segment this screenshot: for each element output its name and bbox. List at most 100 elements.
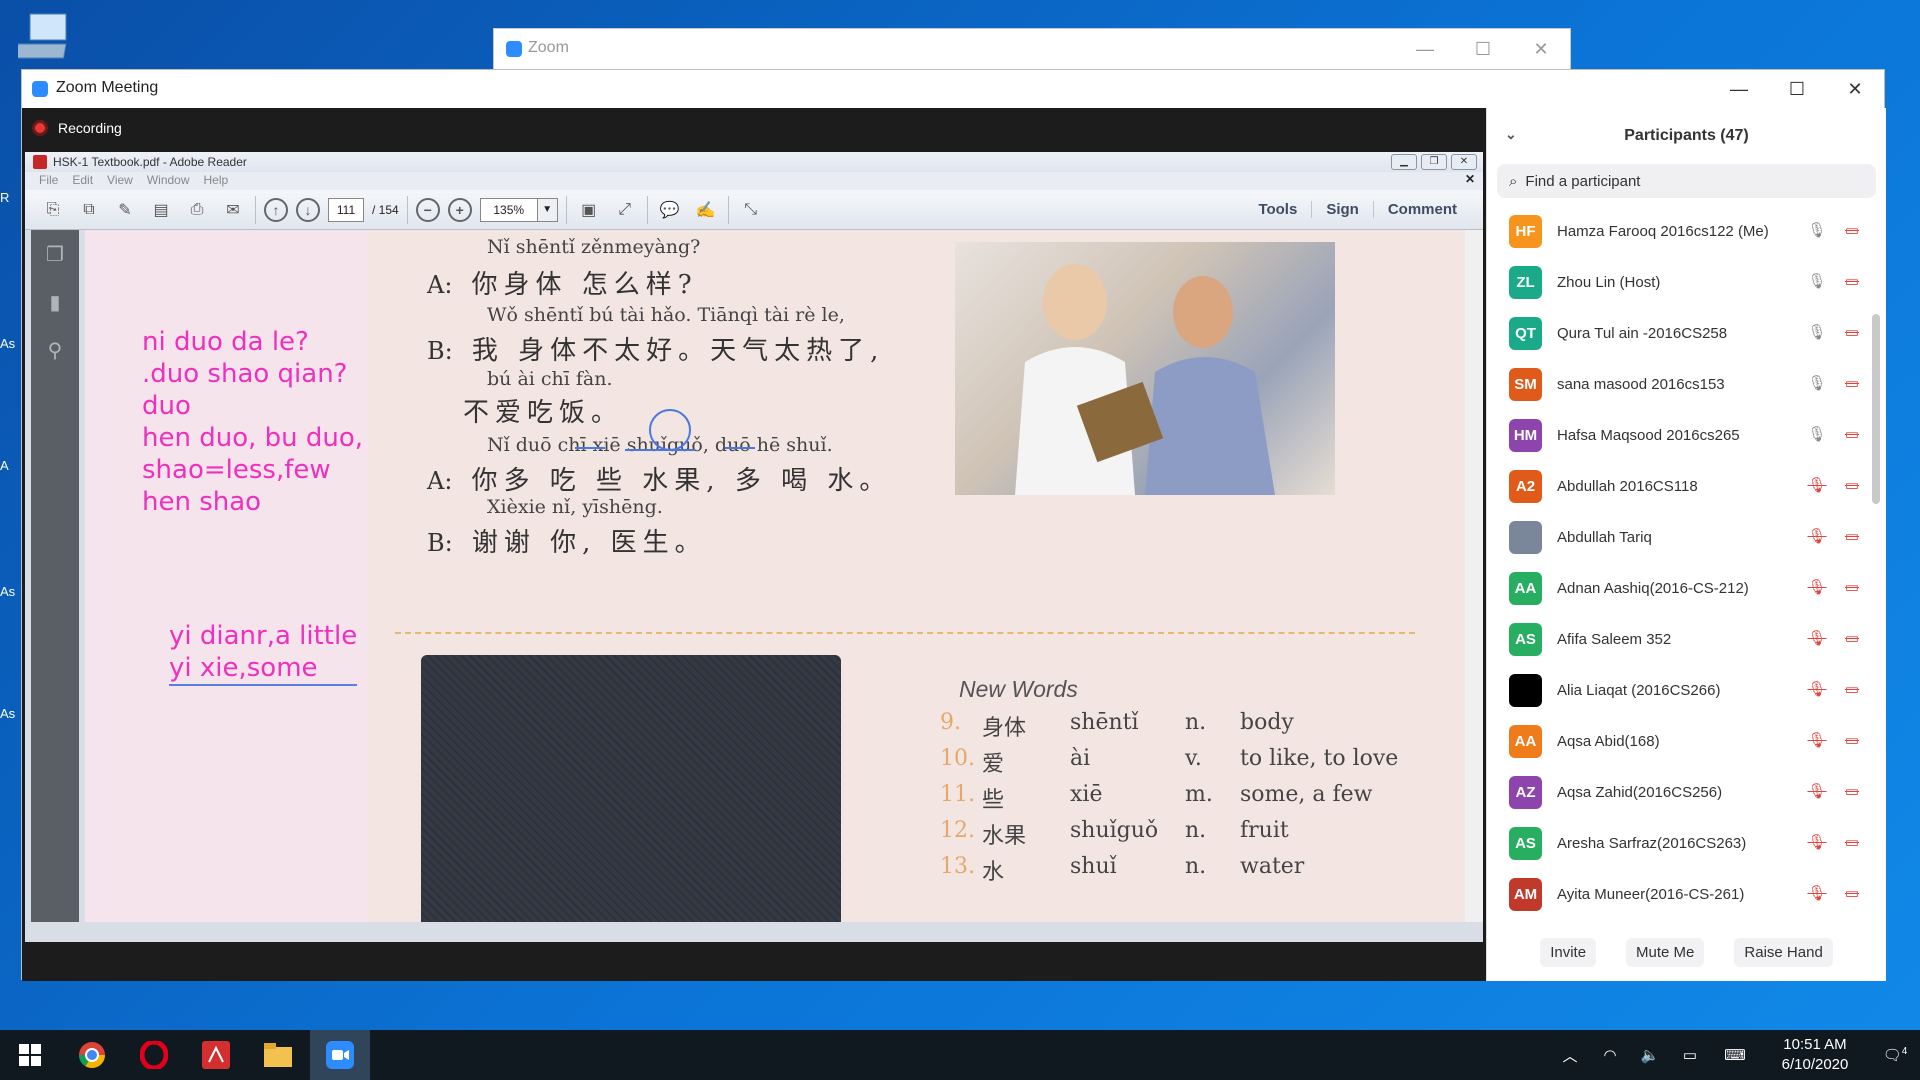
- restore-button[interactable]: ❐: [1421, 154, 1447, 170]
- chevron-up-icon[interactable]: ︿: [1550, 1045, 1590, 1066]
- vocab-pinyin: xiē: [1070, 782, 1103, 807]
- wifi-icon[interactable]: ◠: [1590, 1046, 1630, 1064]
- bookmarks-icon[interactable]: ▮: [40, 290, 70, 320]
- pdf-scrollbar[interactable]: [1465, 230, 1483, 922]
- sign-button[interactable]: Sign: [1311, 201, 1373, 218]
- notifications-icon[interactable]: 🗨4: [1870, 1046, 1920, 1064]
- menu-help[interactable]: Help: [204, 173, 229, 190]
- participant-row[interactable]: QT Qura Tul ain -2016CS258 🎙 ▭: [1487, 308, 1886, 359]
- participant-row[interactable]: AM Ayita Muneer(2016-CS-261) 🎙 ▭: [1487, 869, 1886, 920]
- raise-hand-button[interactable]: Raise Hand: [1734, 937, 1833, 967]
- chrome-taskbar-icon[interactable]: [62, 1030, 122, 1080]
- vocab-meaning: fruit: [1240, 818, 1289, 843]
- combine-icon[interactable]: ⧉: [75, 196, 103, 224]
- participant-search-input[interactable]: ⌕ Find a participant: [1497, 164, 1876, 198]
- maximize-button[interactable]: ☐: [1768, 70, 1826, 108]
- video-off-icon: ▭: [1844, 221, 1860, 239]
- save-icon[interactable]: ▤: [147, 196, 175, 224]
- file-explorer-taskbar-icon[interactable]: [248, 1030, 308, 1080]
- note-line: ni duo da le?: [142, 327, 309, 357]
- create-pdf-icon[interactable]: ⎘: [39, 196, 67, 224]
- participant-row[interactable]: AS Aresha Sarfraz(2016CS263) 🎙 ▭: [1487, 818, 1886, 869]
- full-screen-icon[interactable]: ⤡: [737, 196, 765, 224]
- page-thumbnails-icon[interactable]: ❐: [40, 242, 70, 272]
- close-button[interactable]: ✕: [1512, 29, 1570, 69]
- email-icon[interactable]: ✉: [219, 196, 247, 224]
- maximize-button[interactable]: ☐: [1454, 29, 1512, 69]
- page-number-input[interactable]: 111: [328, 197, 364, 222]
- close-button[interactable]: ✕: [1826, 70, 1884, 108]
- minimize-button[interactable]: —: [1710, 70, 1768, 108]
- participants-header: ⌄ Participants (47): [1487, 108, 1886, 164]
- participant-row[interactable]: AZ Aqsa Zahid(2016CS256) 🎙 ▭: [1487, 767, 1886, 818]
- previous-page-icon[interactable]: ↑: [264, 197, 288, 222]
- participant-row[interactable]: ZL Zhou Lin (Host) 🎙 ▭: [1487, 257, 1886, 308]
- acrobat-taskbar-icon[interactable]: [186, 1030, 246, 1080]
- attachments-icon[interactable]: ⚲: [40, 338, 70, 368]
- vocab-row: 9. 身体 shēntǐ n. body: [940, 710, 1294, 742]
- participant-row[interactable]: Alia Liaqat (2016CS266) 🎙 ▭: [1487, 665, 1886, 716]
- fit-page-icon[interactable]: ▣: [575, 196, 603, 224]
- vocab-pos: n.: [1185, 818, 1207, 843]
- menu-window[interactable]: Window: [147, 173, 190, 190]
- zoom-level-input[interactable]: 135%: [479, 197, 538, 222]
- menu-file[interactable]: File: [39, 173, 58, 190]
- participant-name: Ayita Muneer(2016-CS-261): [1557, 886, 1745, 903]
- minimize-button[interactable]: ▁: [1391, 154, 1417, 170]
- participant-row[interactable]: SM sana masood 2016cs153 🎙 ▭: [1487, 359, 1886, 410]
- fit-width-icon[interactable]: ⤢: [611, 196, 639, 224]
- recording-indicator[interactable]: Recording: [32, 120, 122, 136]
- chevron-down-icon[interactable]: ⌄: [1505, 126, 1517, 143]
- note-line: .duo shao qian?: [142, 359, 348, 389]
- zoom-in-icon[interactable]: +: [447, 197, 472, 222]
- mute-me-button[interactable]: Mute Me: [1626, 937, 1705, 967]
- print-icon[interactable]: ⎙: [183, 196, 211, 224]
- comment-bubble-icon[interactable]: 💬: [656, 196, 684, 224]
- minimize-button[interactable]: —: [1396, 29, 1454, 69]
- search-icon: ⌕: [1509, 172, 1518, 190]
- desktop-fragment: As: [0, 706, 16, 721]
- video-off-icon: ▭: [1844, 731, 1860, 749]
- vocab-pinyin: shuǐguǒ: [1070, 818, 1159, 843]
- video-off-icon: ▭: [1844, 833, 1860, 851]
- title-bar: Zoom Meeting — ☐ ✕: [22, 70, 1884, 108]
- participant-name: Alia Liaqat (2016CS266): [1557, 682, 1721, 699]
- menu-edit[interactable]: Edit: [72, 173, 93, 190]
- volume-icon[interactable]: 🔈: [1630, 1046, 1670, 1064]
- zoom-out-icon[interactable]: −: [415, 197, 440, 222]
- participant-name: Abdullah Tariq: [1557, 529, 1652, 546]
- participant-row[interactable]: HF Hamza Farooq 2016cs122 (Me) 🎙 ▭: [1487, 206, 1886, 257]
- participant-row[interactable]: HM Hafsa Maqsood 2016cs265 🎙 ▭: [1487, 410, 1886, 461]
- participant-row[interactable]: AA Adnan Aashiq(2016-CS-212) 🎙 ▭: [1487, 563, 1886, 614]
- menu-view[interactable]: View: [107, 173, 133, 190]
- keyboard-icon[interactable]: ⌨: [1710, 1046, 1760, 1064]
- participant-row[interactable]: A2 Abdullah 2016CS118 🎙 ▭: [1487, 461, 1886, 512]
- next-page-icon[interactable]: ↓: [296, 197, 320, 222]
- close-button[interactable]: ✕: [1451, 154, 1477, 170]
- participant-name: Aqsa Zahid(2016CS256): [1557, 784, 1723, 801]
- participant-scrollbar[interactable]: [1872, 314, 1880, 504]
- participants-panel: ⌄ Participants (47) ⌕ Find a participant…: [1486, 108, 1886, 981]
- vocab-number: 13.: [940, 854, 975, 879]
- comment-button[interactable]: Comment: [1372, 201, 1471, 218]
- close-document-icon[interactable]: ✕: [1465, 172, 1475, 186]
- chevron-down-icon[interactable]: ▼: [537, 197, 558, 222]
- window-title: Zoom: [528, 39, 569, 56]
- participant-row[interactable]: AS Afifa Saleem 352 🎙 ▭: [1487, 614, 1886, 665]
- start-button[interactable]: [0, 1030, 60, 1080]
- hanzi-line: 我 身体不太好。天气太热了,: [471, 336, 885, 366]
- participant-row[interactable]: AA Aqsa Abid(168) 🎙 ▭: [1487, 716, 1886, 767]
- zoom-taskbar-icon[interactable]: [310, 1030, 370, 1080]
- clock[interactable]: 10:51 AM 6/10/2020: [1760, 1035, 1870, 1075]
- participant-row[interactable]: Abdullah Tariq 🎙 ▭: [1487, 512, 1886, 563]
- opera-taskbar-icon[interactable]: [124, 1030, 184, 1080]
- edit-icon[interactable]: ✎: [111, 196, 139, 224]
- invite-button[interactable]: Invite: [1540, 937, 1597, 967]
- battery-icon[interactable]: ▭: [1670, 1046, 1710, 1064]
- this-pc-icon[interactable]: [18, 10, 78, 65]
- tools-button[interactable]: Tools: [1244, 201, 1311, 218]
- vocab-pinyin: shēntǐ: [1070, 710, 1139, 735]
- zoom-home-window[interactable]: Zoom — ☐ ✕: [493, 28, 1571, 70]
- highlight-icon[interactable]: ✍: [692, 196, 720, 224]
- avatar: A2: [1509, 470, 1542, 503]
